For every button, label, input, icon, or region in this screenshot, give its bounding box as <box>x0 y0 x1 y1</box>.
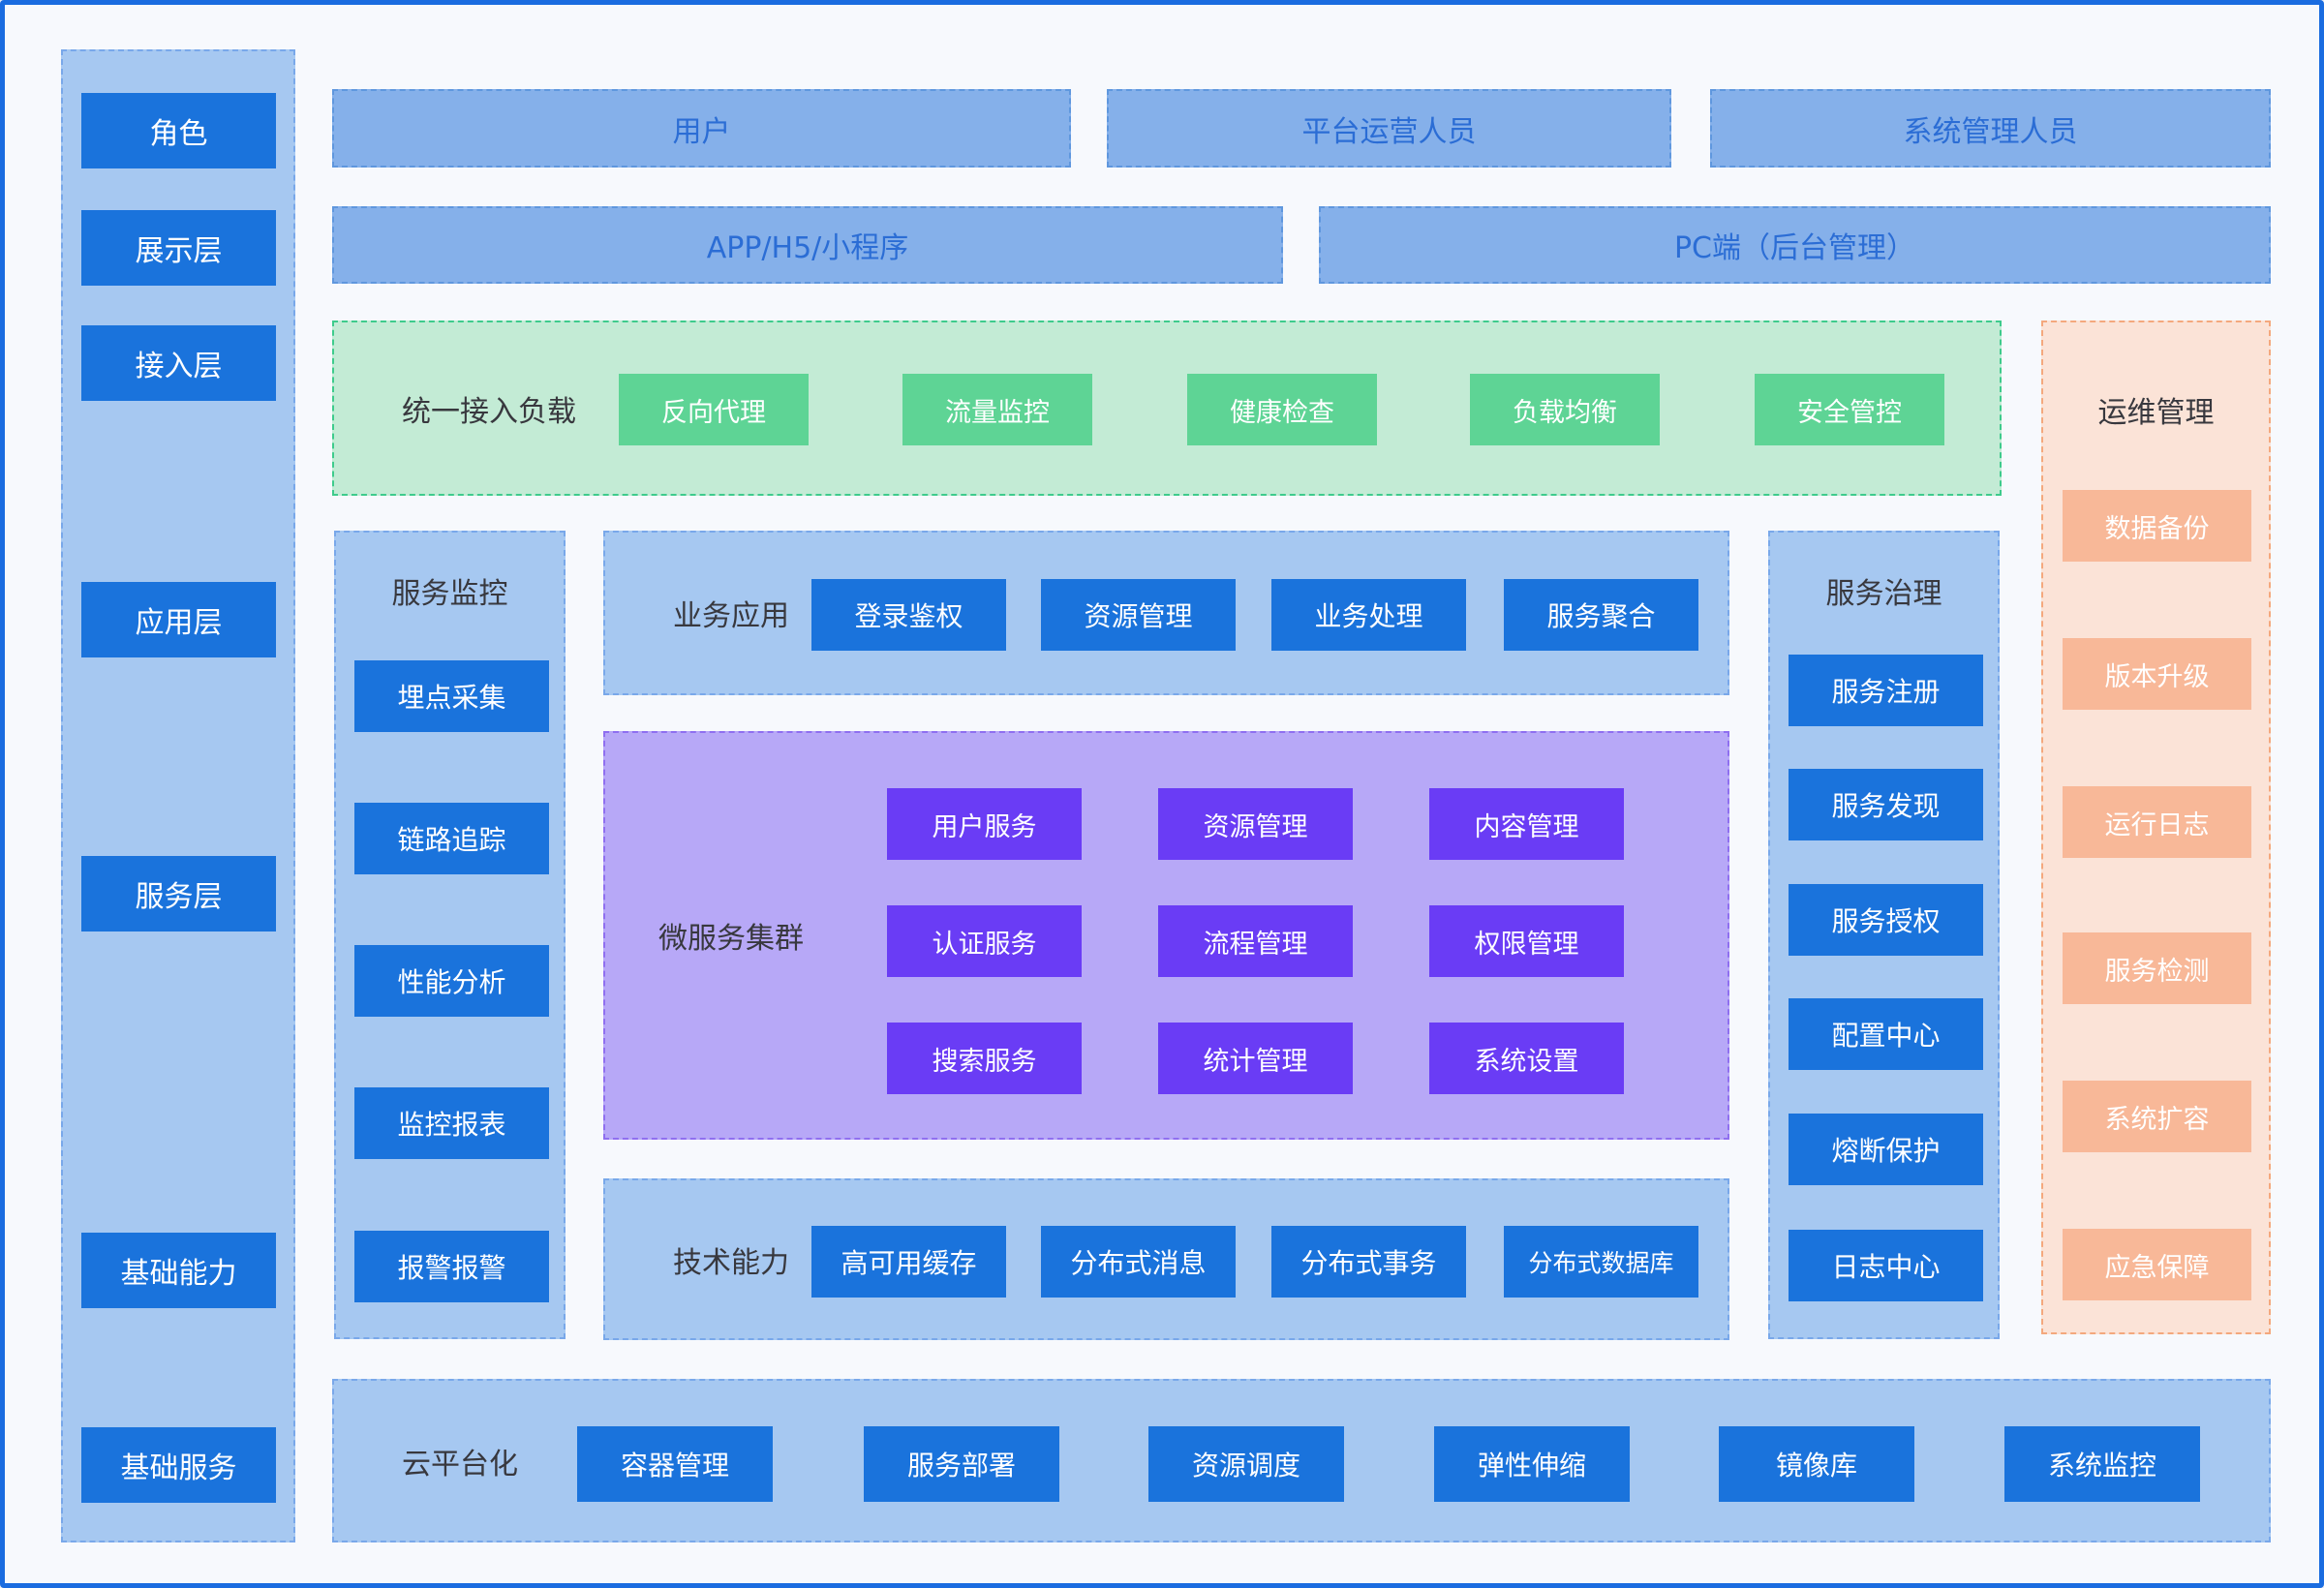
sidebar-item-basic-capability: 基础能力 <box>81 1233 276 1308</box>
cloud-platform-title: 云平台化 <box>353 1381 566 1541</box>
business-item-business-process: 业务处理 <box>1271 579 1466 651</box>
cloud-item-elastic-scaling: 弹性伸缩 <box>1434 1426 1630 1502</box>
ops-item-system-scaling: 系统扩容 <box>2063 1081 2251 1152</box>
ops-item-version-upgrade: 版本升级 <box>2063 638 2251 710</box>
ms-item-permission-mgmt: 权限管理 <box>1429 905 1624 977</box>
ms-item-process-mgmt: 流程管理 <box>1158 905 1353 977</box>
cloud-item-image-repo: 镜像库 <box>1719 1426 1914 1502</box>
microservice-cluster-section: 微服务集群 用户服务 资源管理 内容管理 认证服务 流程管理 权限管理 搜索服务… <box>603 731 1729 1140</box>
gov-item-service-discovery: 服务发现 <box>1789 769 1983 840</box>
client-box-pc-admin: PC端（后台管理） <box>1319 206 2271 284</box>
sidebar-item-basic-service: 基础服务 <box>81 1427 276 1503</box>
service-governance-section: 服务治理 服务注册 服务发现 服务授权 配置中心 熔断保护 日志中心 <box>1768 531 2000 1339</box>
service-governance-title: 服务治理 <box>1770 562 1998 620</box>
service-monitoring-section: 服务监控 埋点采集 链路追踪 性能分析 监控报表 报警报警 <box>334 531 566 1339</box>
ops-item-data-backup: 数据备份 <box>2063 490 2251 562</box>
sidebar-item-application-layer: 应用层 <box>81 582 276 657</box>
layer-sidebar: 角色 展示层 接入层 应用层 服务层 基础能力 基础服务 <box>61 49 295 1542</box>
role-box-system-admin: 系统管理人员 <box>1710 89 2271 168</box>
architecture-diagram: 角色 展示层 接入层 应用层 服务层 基础能力 基础服务 用户 平台运营人员 系… <box>0 0 2324 1588</box>
business-item-login-auth: 登录鉴权 <box>811 579 1006 651</box>
gov-item-service-authorization: 服务授权 <box>1789 884 1983 956</box>
cloud-item-system-monitor: 系统监控 <box>2004 1426 2200 1502</box>
ops-item-service-detection: 服务检测 <box>2063 932 2251 1004</box>
ms-item-content-mgmt: 内容管理 <box>1429 788 1624 860</box>
ms-item-auth-service: 认证服务 <box>887 905 1082 977</box>
ms-item-search-service: 搜索服务 <box>887 1023 1082 1094</box>
cloud-item-container-mgmt: 容器管理 <box>577 1426 773 1502</box>
gov-item-service-register: 服务注册 <box>1789 655 1983 726</box>
client-box-app-h5-miniprogram: APP/H5/小程序 <box>332 206 1283 284</box>
sidebar-item-presentation-layer: 展示层 <box>81 210 276 286</box>
business-item-resource-mgmt: 资源管理 <box>1041 579 1236 651</box>
access-load-title: 统一接入负载 <box>373 322 605 494</box>
ms-item-stats-mgmt: 统计管理 <box>1158 1023 1353 1094</box>
sidebar-item-access-layer: 接入层 <box>81 325 276 401</box>
business-application-section: 业务应用 登录鉴权 资源管理 业务处理 服务聚合 <box>603 531 1729 695</box>
access-load-section: 统一接入负载 反向代理 流量监控 健康检查 负载均衡 安全管控 <box>332 321 2002 496</box>
access-item-security-control: 安全管控 <box>1755 374 1944 445</box>
tech-item-distributed-transaction: 分布式事务 <box>1271 1226 1466 1298</box>
tech-item-ha-cache: 高可用缓存 <box>811 1226 1006 1298</box>
cloud-item-service-deploy: 服务部署 <box>864 1426 1059 1502</box>
access-item-health-check: 健康检查 <box>1187 374 1377 445</box>
gov-item-log-center: 日志中心 <box>1789 1230 1983 1301</box>
role-box-platform-operator: 平台运营人员 <box>1107 89 1671 168</box>
tech-item-distributed-message: 分布式消息 <box>1041 1226 1236 1298</box>
monitor-item-monitor-report: 监控报表 <box>354 1087 549 1159</box>
access-item-traffic-monitor: 流量监控 <box>902 374 1092 445</box>
monitor-item-alarm: 报警报警 <box>354 1231 549 1302</box>
ms-item-resource-mgmt: 资源管理 <box>1158 788 1353 860</box>
sidebar-item-service-layer: 服务层 <box>81 856 276 931</box>
monitor-item-tracking-collection: 埋点采集 <box>354 660 549 732</box>
tech-item-distributed-database: 分布式数据库 <box>1504 1226 1698 1298</box>
gov-item-circuit-breaker: 熔断保护 <box>1789 1114 1983 1185</box>
ms-item-user-service: 用户服务 <box>887 788 1082 860</box>
ops-item-runtime-log: 运行日志 <box>2063 786 2251 858</box>
technical-capability-section: 技术能力 高可用缓存 分布式消息 分布式事务 分布式数据库 <box>603 1178 1729 1340</box>
role-box-user: 用户 <box>332 89 1071 168</box>
access-item-reverse-proxy: 反向代理 <box>619 374 809 445</box>
ops-management-title: 运维管理 <box>2043 381 2269 439</box>
gov-item-config-center: 配置中心 <box>1789 998 1983 1070</box>
technical-capability-title: 技术能力 <box>625 1180 838 1338</box>
business-application-title: 业务应用 <box>625 533 838 693</box>
cloud-item-resource-scheduling: 资源调度 <box>1148 1426 1344 1502</box>
ops-item-emergency-support: 应急保障 <box>2063 1229 2251 1300</box>
microservice-cluster-title: 微服务集群 <box>625 733 838 1138</box>
monitor-item-performance-analysis: 性能分析 <box>354 945 549 1017</box>
ms-item-system-settings: 系统设置 <box>1429 1023 1624 1094</box>
ops-management-section: 运维管理 数据备份 版本升级 运行日志 服务检测 系统扩容 应急保障 <box>2041 321 2271 1334</box>
business-item-service-aggregation: 服务聚合 <box>1504 579 1698 651</box>
service-monitoring-title: 服务监控 <box>336 562 564 620</box>
sidebar-item-role: 角色 <box>81 93 276 168</box>
access-item-load-balance: 负载均衡 <box>1470 374 1660 445</box>
cloud-platform-section: 云平台化 容器管理 服务部署 资源调度 弹性伸缩 镜像库 系统监控 <box>332 1379 2271 1542</box>
monitor-item-link-tracing: 链路追踪 <box>354 803 549 874</box>
